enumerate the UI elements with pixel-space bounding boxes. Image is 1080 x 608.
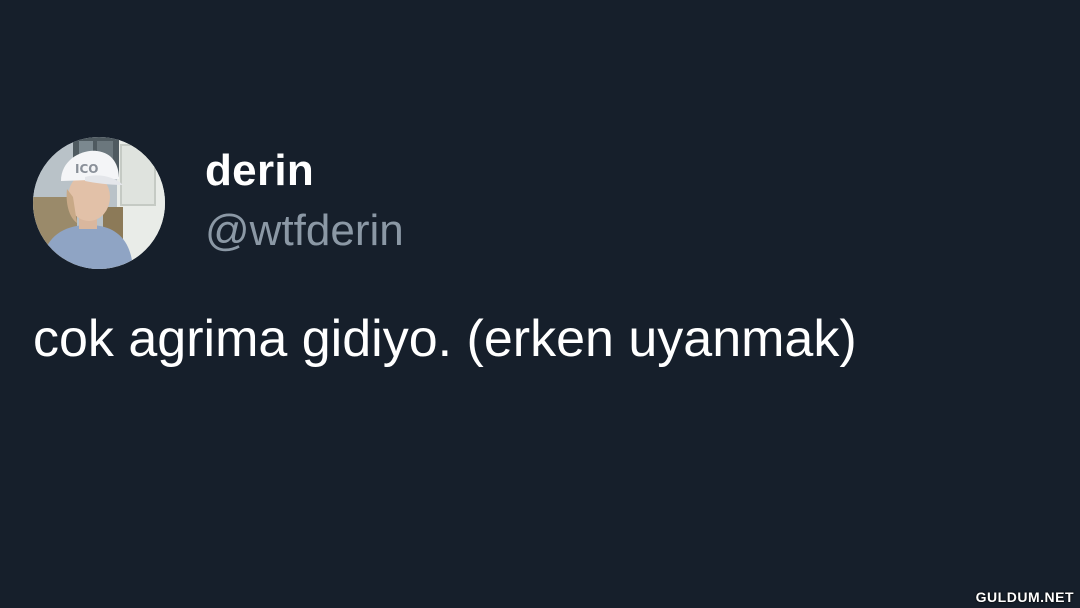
display-name[interactable]: derin	[205, 145, 314, 197]
avatar[interactable]: ICO	[33, 137, 165, 269]
avatar-photo: ICO	[33, 137, 165, 269]
svg-text:ICO: ICO	[75, 162, 98, 176]
tweet-card: ICO derin @wtfderin cok agrima gidiyo. (…	[0, 0, 1080, 608]
watermark: GULDUM.NET	[975, 589, 1074, 605]
user-handle[interactable]: @wtfderin	[205, 205, 404, 257]
tweet-text: cok agrima gidiyo. (erken uyanmak)	[33, 310, 857, 368]
